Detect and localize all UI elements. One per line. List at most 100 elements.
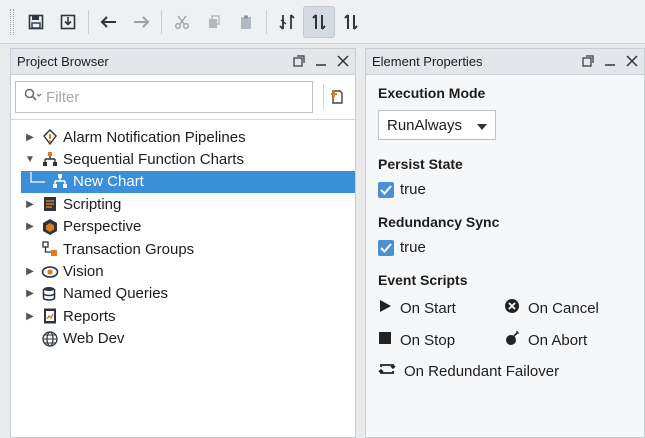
tree-item-vision[interactable]: ▶ Vision <box>11 260 355 282</box>
close-icon[interactable] <box>337 54 349 70</box>
panel-splitter[interactable] <box>356 48 365 438</box>
element-properties-header: Element Properties <box>366 49 644 75</box>
expand-arrow-icon[interactable]: ▶ <box>23 199 37 210</box>
swap-vertical-icon[interactable] <box>303 5 335 38</box>
tree-item-transaction-groups[interactable]: Transaction Groups <box>11 238 355 260</box>
execution-mode-label: Execution Mode <box>378 85 486 101</box>
tree-item-named-queries[interactable]: ▶ Named Queries <box>11 283 355 305</box>
expand-arrow-icon[interactable]: ▶ <box>23 288 37 299</box>
swap-vertical-alt-icon[interactable] <box>335 6 367 38</box>
named-queries-icon <box>39 284 61 304</box>
vision-icon <box>39 262 61 282</box>
toolbar-separator <box>266 9 267 34</box>
failover-icon <box>378 362 396 380</box>
transfer-icon[interactable] <box>271 6 303 38</box>
toolbar-separator <box>88 9 89 34</box>
expand-arrow-icon[interactable]: ▶ <box>23 311 37 322</box>
designer-window: Project Browser Filter ▶ Alarm Notificat… <box>0 0 645 438</box>
panel-title: Project Browser <box>17 54 109 69</box>
event-on-redundant-failover[interactable]: On Redundant Failover <box>378 362 634 380</box>
save-download-icon[interactable] <box>52 6 84 38</box>
tree-item-label: Reports <box>63 307 116 325</box>
save-icon[interactable] <box>20 6 52 38</box>
perspective-icon <box>39 217 61 237</box>
event-scripts-list: On Start On Cancel On Stop On Abort On R… <box>378 298 632 380</box>
play-icon <box>378 299 392 317</box>
minimize-icon[interactable] <box>604 54 616 70</box>
filter-field[interactable] <box>15 81 313 113</box>
event-label: On Cancel <box>528 299 599 317</box>
paste-icon[interactable] <box>230 6 262 38</box>
toolbar-grip[interactable] <box>10 8 14 35</box>
cut-icon[interactable] <box>166 6 198 38</box>
cancel-icon <box>504 298 520 318</box>
persist-state-label: Persist State <box>378 156 463 172</box>
checkbox-checked-icon[interactable] <box>378 239 394 256</box>
tree-item-label: Vision <box>63 263 104 281</box>
tree-item-label: Web Dev <box>63 330 125 348</box>
float-window-icon[interactable] <box>582 54 594 70</box>
tree-item-sequential-function-charts[interactable]: ▼ Sequential Function Charts <box>11 148 355 170</box>
persist-state-checkbox[interactable]: true <box>378 181 632 198</box>
search-icon <box>24 88 42 107</box>
scripting-icon <box>39 194 61 214</box>
copy-icon[interactable] <box>198 6 230 38</box>
web-dev-icon <box>39 329 61 349</box>
tree-item-perspective[interactable]: ▶ Perspective <box>11 216 355 238</box>
event-label: On Abort <box>528 331 588 349</box>
minimize-icon[interactable] <box>315 54 327 70</box>
project-browser-header: Project Browser <box>11 49 355 75</box>
panel-title: Element Properties <box>372 54 483 69</box>
redo-icon[interactable] <box>125 6 157 38</box>
event-on-cancel[interactable]: On Cancel <box>504 298 634 318</box>
expand-arrow-icon[interactable]: ▶ <box>23 266 37 277</box>
filter-row <box>11 75 355 115</box>
alarm-pipeline-icon <box>39 127 61 147</box>
event-on-start[interactable]: On Start <box>378 298 504 318</box>
redundancy-sync-checkbox[interactable]: true <box>378 239 632 256</box>
tree-item-label: Sequential Function Charts <box>63 151 244 169</box>
tree-item-label: Perspective <box>63 218 142 236</box>
tree-item-label: Alarm Notification Pipelines <box>63 128 246 146</box>
transaction-groups-icon <box>39 239 61 259</box>
checkbox-checked-icon[interactable] <box>378 181 394 198</box>
collapse-arrow-icon[interactable]: ▼ <box>23 154 37 165</box>
new-resource-icon <box>330 90 343 104</box>
reports-icon <box>39 306 61 326</box>
chart-node-icon <box>49 172 71 192</box>
redundancy-sync-label: Redundancy Sync <box>378 214 500 230</box>
bomb-icon <box>504 330 520 350</box>
redundancy-sync-value: true <box>400 239 426 256</box>
tree-item-label: Transaction Groups <box>63 240 195 258</box>
event-on-stop[interactable]: On Stop <box>378 330 504 350</box>
filter-input[interactable] <box>46 88 286 106</box>
project-tree: ▶ Alarm Notification Pipelines ▼ Sequent… <box>11 119 355 437</box>
main-toolbar <box>0 0 645 44</box>
element-properties-panel: Element Properties Execution Mode RunAlw… <box>365 48 645 438</box>
tree-branch-connector <box>29 171 49 192</box>
tree-item-label: New Chart <box>73 173 144 191</box>
expand-arrow-icon[interactable]: ▶ <box>23 132 37 143</box>
event-label: On Start <box>400 299 456 317</box>
new-resource-button[interactable] <box>323 84 349 110</box>
float-window-icon[interactable] <box>293 54 305 70</box>
toolbar-separator <box>161 9 162 34</box>
close-icon[interactable] <box>626 54 638 70</box>
execution-mode-select[interactable]: RunAlways <box>378 110 496 140</box>
event-scripts-label: Event Scripts <box>378 272 468 288</box>
expand-arrow-icon[interactable]: ▶ <box>23 221 37 232</box>
tree-item-web-dev[interactable]: Web Dev <box>11 328 355 350</box>
stop-icon <box>378 331 392 349</box>
project-browser-panel: Project Browser Filter ▶ Alarm Notificat… <box>10 48 356 438</box>
persist-state-value: true <box>400 181 426 198</box>
tree-item-scripting[interactable]: ▶ Scripting <box>11 193 355 215</box>
tree-item-reports[interactable]: ▶ Reports <box>11 305 355 327</box>
event-on-abort[interactable]: On Abort <box>504 330 634 350</box>
execution-mode-value: RunAlways <box>387 116 463 134</box>
tree-item-label: Named Queries <box>63 285 169 303</box>
event-label: On Redundant Failover <box>404 362 560 380</box>
tree-item-new-chart[interactable]: New Chart <box>21 170 355 194</box>
tree-item-alarm-notification-pipelines[interactable]: ▶ Alarm Notification Pipelines <box>11 126 355 148</box>
undo-icon[interactable] <box>93 6 125 38</box>
dropdown-arrow-icon <box>477 117 487 134</box>
